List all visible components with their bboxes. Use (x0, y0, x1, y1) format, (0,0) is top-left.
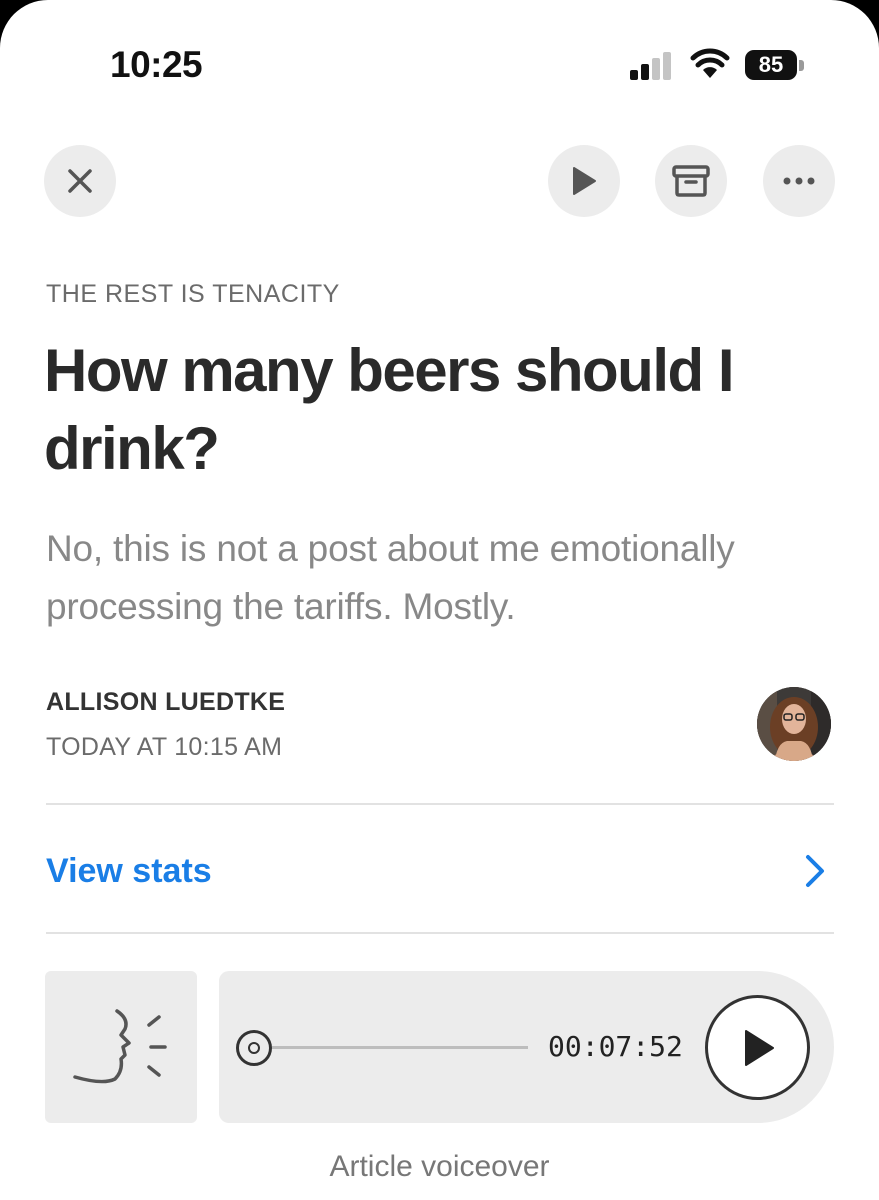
more-icon (783, 177, 815, 185)
scrubber-handle[interactable] (236, 1030, 272, 1066)
signal-icon (630, 52, 671, 80)
play-icon (744, 1029, 774, 1066)
play-icon (573, 167, 596, 195)
post-subtitle: No, this is not a post about me emotiona… (46, 528, 735, 627)
avatar[interactable] (757, 687, 831, 761)
divider (46, 803, 834, 805)
voiceover-play-button[interactable] (705, 995, 810, 1100)
archive-icon (672, 165, 710, 197)
article-screen: 10:25 85 THE REST IS TENACITY How many b… (0, 0, 879, 1200)
author-name[interactable]: ALLISON LUEDTKE (46, 688, 285, 717)
view-stats-link[interactable]: View stats (46, 852, 212, 891)
voiceover-artwork (45, 971, 197, 1123)
divider (46, 932, 834, 934)
close-button[interactable] (44, 145, 116, 217)
battery-level: 85 (745, 50, 797, 80)
close-icon (68, 169, 92, 193)
voiceover-duration: 00:07:52 (548, 1030, 683, 1063)
voiceover-caption: Article voiceover (329, 1150, 550, 1183)
post-date: TODAY AT 10:15 AM (46, 733, 283, 761)
play-button[interactable] (548, 145, 620, 217)
post-title: How many beers should I drink? (44, 337, 735, 482)
archive-button[interactable] (655, 145, 727, 217)
chevron-right-icon[interactable] (800, 852, 830, 890)
speaking-head-icon (73, 1009, 167, 1084)
status-time: 10:25 (110, 44, 203, 85)
wifi-icon (690, 48, 730, 78)
publication-name[interactable]: THE REST IS TENACITY (46, 280, 340, 309)
more-button[interactable] (763, 145, 835, 217)
progress-track[interactable] (272, 1046, 528, 1049)
battery-icon: 85 (745, 50, 805, 80)
